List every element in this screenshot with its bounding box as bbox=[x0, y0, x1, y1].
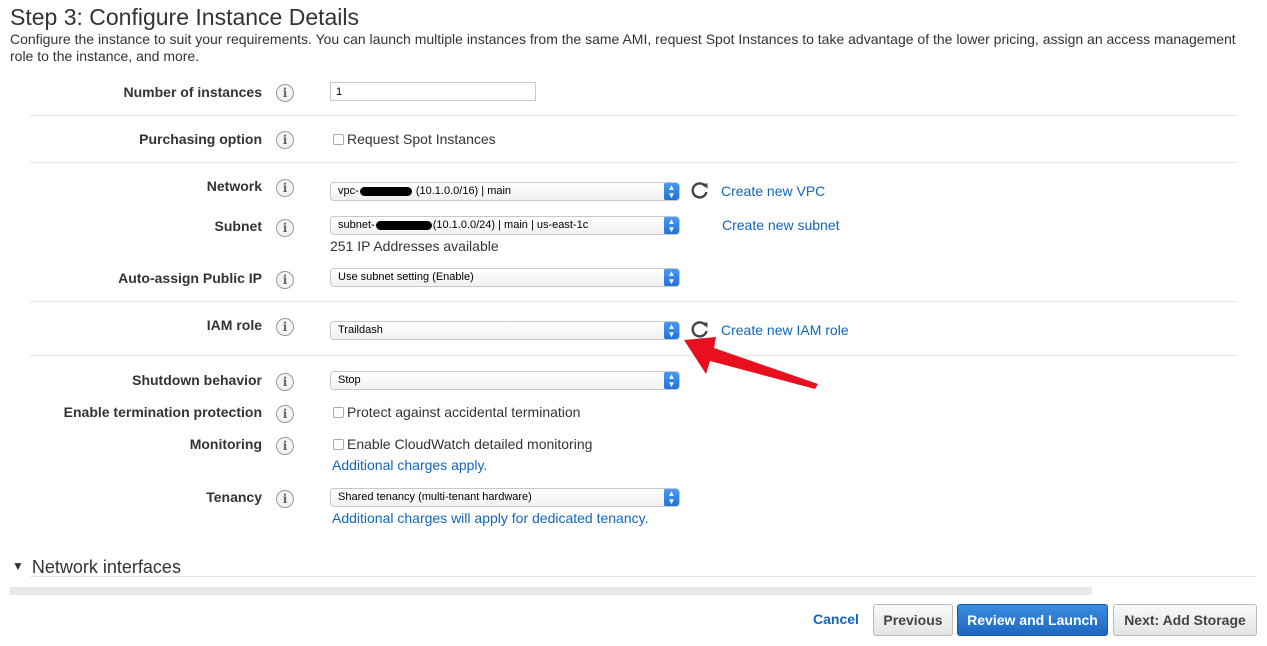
monitoring-checkbox-label: Enable CloudWatch detailed monitoring bbox=[347, 436, 593, 452]
previous-button[interactable]: Previous bbox=[873, 604, 953, 636]
info-icon[interactable]: i bbox=[276, 373, 294, 391]
caret-down-icon: ▼ bbox=[12, 559, 24, 573]
select-arrows-icon: ▲ ▼ bbox=[664, 489, 679, 506]
info-icon[interactable]: i bbox=[276, 131, 294, 149]
spot-instances-label: Request Spot Instances bbox=[347, 131, 496, 147]
select-arrows-icon: ▲ ▼ bbox=[664, 183, 679, 200]
termination-protection-label: Enable termination protection bbox=[63, 404, 262, 420]
network-interfaces-toggle[interactable]: ▼ Network interfaces bbox=[12, 557, 181, 578]
num-instances-label: Number of instances bbox=[123, 84, 262, 100]
create-vpc-link[interactable]: Create new VPC bbox=[721, 183, 825, 199]
monitoring-charges-link[interactable]: Additional charges apply. bbox=[332, 457, 487, 473]
iam-role-label: IAM role bbox=[206, 317, 262, 333]
public-ip-select[interactable]: Use subnet setting (Enable) ▲ ▼ bbox=[330, 268, 680, 287]
section-divider bbox=[30, 576, 1257, 577]
info-icon[interactable]: i bbox=[276, 490, 294, 508]
info-icon[interactable]: i bbox=[276, 405, 294, 423]
network-select[interactable]: vpc- (10.1.0.0/16) | main ▲ ▼ bbox=[330, 182, 680, 201]
select-arrows-icon: ▲ ▼ bbox=[664, 217, 679, 234]
create-subnet-link[interactable]: Create new subnet bbox=[722, 217, 840, 233]
select-arrows-icon: ▲ ▼ bbox=[664, 269, 679, 286]
divider bbox=[30, 115, 1237, 116]
info-icon[interactable]: i bbox=[276, 179, 294, 197]
shutdown-behavior-value: Stop bbox=[338, 374, 361, 386]
subnet-select[interactable]: subnet- (10.1.0.0/24) | main | us-east-1c… bbox=[330, 216, 680, 235]
network-value-suffix: (10.1.0.0/16) | main bbox=[415, 185, 512, 197]
num-instances-input[interactable] bbox=[330, 82, 536, 101]
network-label: Network bbox=[206, 178, 262, 194]
horizontal-scrollbar[interactable] bbox=[10, 587, 1092, 595]
shutdown-behavior-label: Shutdown behavior bbox=[132, 372, 262, 388]
tenancy-label: Tenancy bbox=[206, 489, 262, 505]
iam-role-value: Traildash bbox=[338, 324, 383, 336]
monitoring-checkbox[interactable] bbox=[333, 439, 344, 450]
select-arrows-icon: ▲ ▼ bbox=[664, 372, 679, 389]
spot-instances-checkbox[interactable] bbox=[333, 134, 344, 145]
shutdown-behavior-select[interactable]: Stop ▲ ▼ bbox=[330, 371, 680, 390]
termination-protection-checkbox[interactable] bbox=[333, 407, 344, 418]
refresh-icon[interactable] bbox=[690, 319, 710, 339]
monitoring-option[interactable]: Enable CloudWatch detailed monitoring bbox=[333, 436, 592, 452]
info-icon[interactable]: i bbox=[276, 271, 294, 289]
refresh-icon[interactable] bbox=[690, 180, 710, 200]
page-description: Configure the instance to suit your requ… bbox=[10, 31, 1236, 64]
info-icon[interactable]: i bbox=[276, 84, 294, 102]
spot-instances-option[interactable]: Request Spot Instances bbox=[333, 131, 496, 147]
info-icon[interactable]: i bbox=[276, 437, 294, 455]
termination-protection-option[interactable]: Protect against accidental termination bbox=[333, 404, 580, 420]
monitoring-label: Monitoring bbox=[189, 436, 262, 452]
purchasing-option-label: Purchasing option bbox=[139, 131, 262, 147]
subnet-value-prefix: subnet- bbox=[338, 219, 375, 231]
divider bbox=[30, 301, 1237, 302]
subnet-label: Subnet bbox=[214, 218, 262, 234]
select-arrows-icon: ▲ ▼ bbox=[664, 322, 679, 339]
network-interfaces-heading: Network interfaces bbox=[31, 557, 181, 577]
next-add-storage-button[interactable]: Next: Add Storage bbox=[1113, 604, 1257, 636]
tenancy-select[interactable]: Shared tenancy (multi-tenant hardware) ▲… bbox=[330, 488, 680, 507]
redaction-mark bbox=[375, 220, 432, 230]
page-title: Step 3: Configure Instance Details bbox=[10, 4, 360, 30]
divider bbox=[30, 162, 1237, 163]
iam-role-select[interactable]: Traildash ▲ ▼ bbox=[330, 321, 680, 340]
subnet-value-suffix: (10.1.0.0/24) | main | us-east-1c bbox=[432, 219, 589, 231]
tenancy-value: Shared tenancy (multi-tenant hardware) bbox=[338, 491, 532, 503]
info-icon[interactable]: i bbox=[276, 219, 294, 237]
tenancy-charges-link[interactable]: Additional charges will apply for dedica… bbox=[332, 510, 648, 526]
subnet-ip-availability: 251 IP Addresses available bbox=[330, 238, 499, 254]
cancel-button[interactable]: Cancel bbox=[808, 604, 864, 636]
review-and-launch-button[interactable]: Review and Launch bbox=[957, 604, 1108, 636]
public-ip-label: Auto-assign Public IP bbox=[118, 270, 262, 286]
create-iam-role-link[interactable]: Create new IAM role bbox=[721, 322, 849, 338]
termination-protection-checkbox-label: Protect against accidental termination bbox=[347, 404, 581, 420]
redaction-mark bbox=[359, 186, 412, 196]
info-icon[interactable]: i bbox=[276, 318, 294, 336]
public-ip-value: Use subnet setting (Enable) bbox=[338, 271, 474, 283]
divider bbox=[30, 355, 1237, 356]
network-value-prefix: vpc- bbox=[338, 185, 359, 197]
